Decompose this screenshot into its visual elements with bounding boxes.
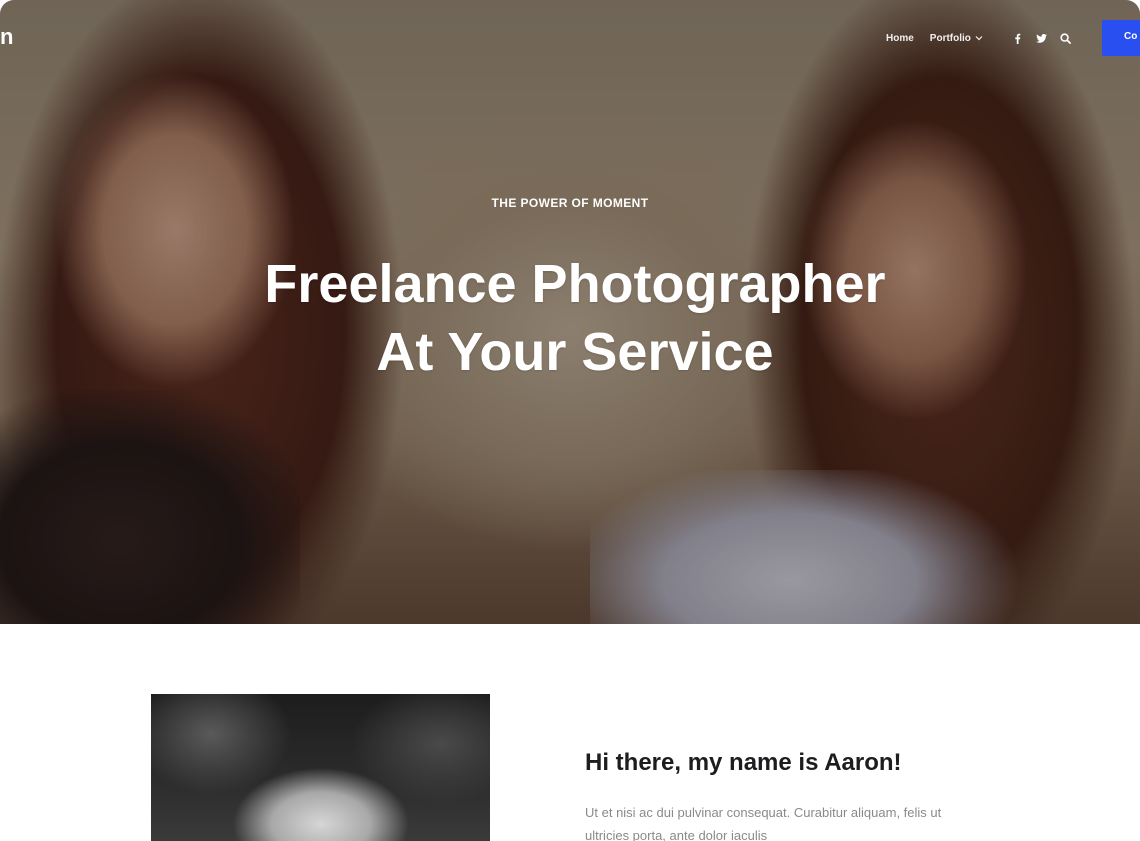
- hero-section: n Home Portfolio Co THE POWER OF MOMENT …: [0, 0, 1140, 624]
- main-nav: Home Portfolio: [886, 30, 1072, 46]
- chevron-down-icon: [975, 36, 983, 41]
- about-text: Ut et nisi ac dui pulvinar consequat. Cu…: [585, 805, 942, 841]
- search-icon[interactable]: [1060, 32, 1072, 44]
- hero-headline-line-1: Freelance Photographer: [264, 254, 886, 314]
- social-links: [1012, 32, 1072, 44]
- facebook-icon[interactable]: [1012, 32, 1024, 44]
- site-logo[interactable]: n: [0, 24, 13, 50]
- about-title: Hi there, my name is Aaron!: [585, 749, 902, 776]
- about-portrait-image: [151, 694, 490, 841]
- hero-headline: Freelance Photographer At Your Service: [0, 250, 1140, 386]
- page-frame: n Home Portfolio Co THE POWER OF MOMENT …: [0, 0, 1140, 841]
- nav-item-portfolio[interactable]: Portfolio: [930, 33, 984, 44]
- contact-button[interactable]: Co: [1102, 20, 1140, 56]
- nav-item-home[interactable]: Home: [886, 33, 914, 44]
- hero-headline-line-2: At Your Service: [376, 322, 774, 382]
- twitter-icon[interactable]: [1036, 32, 1048, 44]
- nav-item-portfolio-label: Portfolio: [929, 32, 971, 44]
- hero-eyebrow: THE POWER OF MOMENT: [491, 196, 649, 210]
